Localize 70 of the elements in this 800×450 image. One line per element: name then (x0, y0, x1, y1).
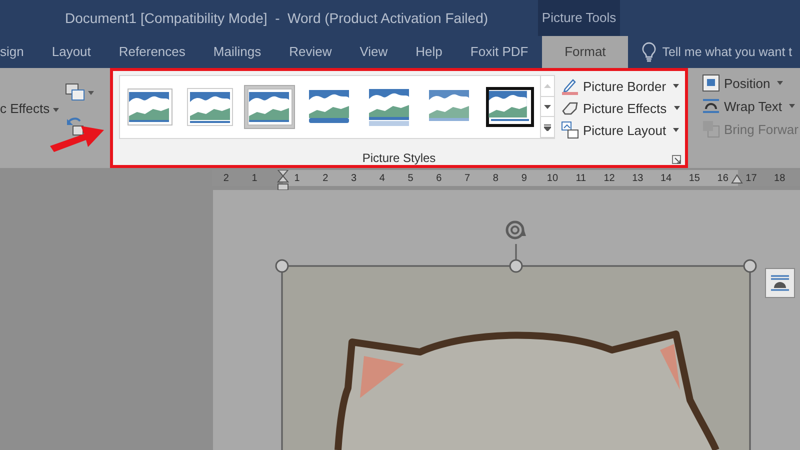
picture-style-thumbnail[interactable] (184, 85, 236, 129)
ribbon-tab[interactable]: Format (542, 36, 628, 68)
window-title: Document1 [Compatibility Mode] - Word (Product Activation Failed) (64, 9, 490, 28)
ruler-number: 13 (632, 172, 644, 184)
ruler-number: 14 (660, 172, 672, 184)
scroll-down-button[interactable] (541, 96, 554, 118)
caret-icon (673, 128, 680, 132)
picture-command[interactable]: Picture Effects (583, 100, 667, 116)
ruler-number: 5 (408, 172, 414, 184)
indent-marker-icon[interactable] (277, 170, 289, 192)
bring-forward-icon (702, 120, 720, 138)
reset-picture-icon[interactable] (65, 116, 85, 136)
ruler-number: 12 (604, 172, 615, 184)
caret-icon (673, 84, 680, 88)
context-tab-header: Picture Tools (538, 0, 620, 36)
ruler-number: 7 (464, 172, 470, 184)
ribbon-tab[interactable]: sign (0, 36, 38, 68)
caret-icon (777, 81, 784, 85)
picture-style-thumbnail[interactable] (484, 85, 536, 129)
resize-handle[interactable] (509, 259, 523, 273)
caret-icon (544, 104, 551, 108)
ribbon-tab[interactable]: Layout (38, 36, 105, 68)
dialog-launcher-icon[interactable] (672, 155, 681, 164)
arrange-command[interactable]: Wrap Text (724, 98, 782, 114)
ruler-number: 3 (350, 172, 357, 184)
ruler-number: 10 (546, 172, 558, 184)
arrange-command[interactable]: Position (724, 76, 770, 90)
eraser-icon (561, 100, 579, 116)
caret-up-icon (544, 84, 551, 88)
ruler-number: 9 (521, 172, 527, 184)
layout-options-icon (770, 274, 790, 292)
ruler-number: 16 (717, 172, 728, 184)
pencil-icon (561, 77, 579, 95)
picture-style-thumbnail[interactable] (244, 85, 296, 129)
more-icon (544, 124, 551, 131)
ruler-number: 1 (252, 172, 258, 184)
ribbon-tab[interactable]: Review (275, 36, 346, 68)
ruler-number: 2 (322, 172, 328, 184)
more-button[interactable] (541, 117, 554, 138)
lightbulb-icon (642, 42, 656, 62)
ruler-number: 17 (746, 172, 757, 184)
ribbon-tab[interactable]: References (104, 36, 200, 68)
ruler-number: 6 (436, 172, 442, 184)
resize-handle[interactable] (275, 259, 289, 273)
ruler-number: 8 (492, 172, 498, 184)
rotate-handle-icon[interactable] (506, 220, 526, 240)
resize-handle[interactable] (743, 259, 757, 273)
picture-layout-icon (561, 121, 579, 139)
position-icon (702, 74, 720, 92)
group-title: Picture Styles (362, 151, 436, 165)
ribbon-tab[interactable]: Foxit PDF (456, 36, 542, 68)
ribbon-tab[interactable]: View (346, 36, 402, 68)
caret-icon (789, 104, 796, 108)
tell-me-field[interactable]: Tell me what you want t (662, 45, 792, 59)
ruler-number: 2 (223, 172, 229, 184)
caret-icon (52, 108, 59, 112)
ruler-number: 15 (688, 172, 700, 184)
ruler-number: 11 (576, 172, 586, 184)
indent-marker-icon[interactable] (731, 174, 743, 184)
ruler-number: 18 (774, 172, 786, 184)
caret-icon (674, 106, 680, 110)
ribbon-tab[interactable]: Help (402, 36, 456, 68)
ruler-number: 4 (379, 172, 385, 184)
ruler-number: 1 (294, 172, 300, 184)
picture-command[interactable]: Picture Layout (583, 122, 666, 138)
picture-command[interactable]: Picture Border (583, 78, 666, 94)
picture-effects-command[interactable]: c Effects (0, 101, 50, 116)
wrap-text-icon (702, 98, 720, 114)
layout-options-button[interactable] (765, 268, 795, 298)
ribbon-tab[interactable]: Mailings (199, 36, 276, 68)
